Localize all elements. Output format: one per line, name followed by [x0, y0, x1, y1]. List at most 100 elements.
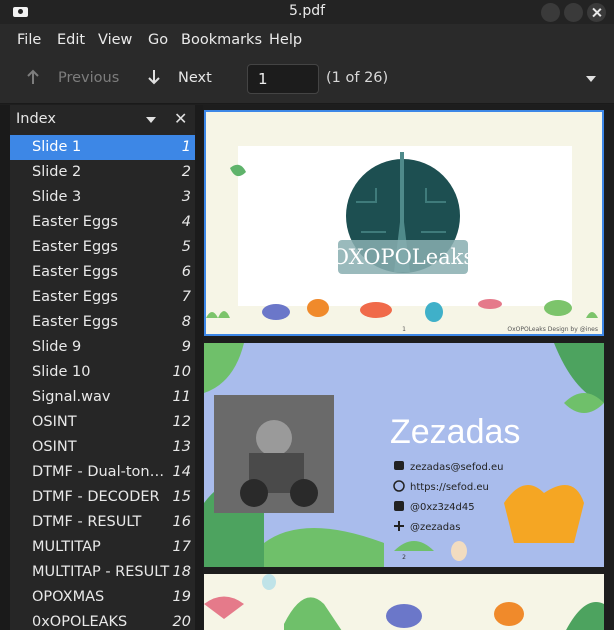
- index-item-label: Slide 1: [32, 139, 82, 155]
- index-item[interactable]: DTMF - Dual-tone multi-frequency14: [10, 460, 195, 485]
- contact-twitter: @0xz3z4d45: [410, 502, 475, 513]
- index-item-label: Easter Eggs: [32, 314, 118, 330]
- index-item-label: Slide 10: [32, 364, 91, 380]
- index-item-page: 9: [181, 339, 191, 355]
- arrow-down-icon[interactable]: [147, 69, 161, 89]
- index-item-page: 18: [172, 564, 191, 580]
- menu-bar: File Edit View Go Bookmarks Help: [0, 24, 614, 58]
- index-item-label: Easter Eggs: [32, 289, 118, 305]
- index-item[interactable]: Easter Eggs 5: [10, 235, 195, 260]
- index-item-label: Easter Eggs: [32, 214, 118, 230]
- index-item-label: DTMF - Dual-tone multi-frequency: [32, 464, 170, 480]
- left-edge: [0, 105, 10, 630]
- index-item-page: 13: [172, 439, 191, 455]
- index-item-page: 5: [181, 239, 191, 255]
- index-item[interactable]: Slide 1 1: [10, 135, 195, 160]
- index-item-label: OSINT: [32, 439, 77, 455]
- index-item-page: 19: [172, 589, 191, 605]
- index-item[interactable]: Easter Eggs 6: [10, 260, 195, 285]
- index-item[interactable]: OPOXMAS 19: [10, 585, 195, 610]
- index-item-label: Slide 2: [32, 164, 82, 180]
- contact-web: https://sefod.eu: [410, 482, 489, 493]
- speaker-name: Zezadas: [390, 413, 520, 451]
- index-item[interactable]: DTMF - RESULT 16: [10, 510, 195, 535]
- slide-page-number: 2: [402, 554, 406, 561]
- index-item-page: 7: [181, 289, 191, 305]
- menu-go[interactable]: Go: [148, 32, 168, 48]
- index-item[interactable]: OSINT 13: [10, 435, 195, 460]
- globe-icon: [393, 480, 405, 492]
- minimize-button[interactable]: [541, 3, 560, 22]
- logo-text: OXOPOLeaks: [332, 245, 474, 269]
- index-item[interactable]: Easter Eggs 7: [10, 285, 195, 310]
- slide-page-number: 1: [402, 326, 406, 333]
- index-item[interactable]: Slide 10 10: [10, 360, 195, 385]
- index-item[interactable]: Easter Eggs 8: [10, 310, 195, 335]
- index-item[interactable]: Slide 3 3: [10, 185, 195, 210]
- page-number-input[interactable]: 1: [247, 64, 319, 94]
- title-bar: 5.pdf: [0, 0, 614, 24]
- slide-credit: OxOPOLeaks Design by @ines: [507, 326, 598, 333]
- index-item[interactable]: MULTITAP - RESULT 18: [10, 560, 195, 585]
- index-title: Index: [16, 111, 56, 127]
- slack-icon: [394, 521, 404, 531]
- next-button[interactable]: Next: [178, 70, 212, 86]
- index-item-page: 12: [172, 414, 191, 430]
- index-item-label: Easter Eggs: [32, 239, 118, 255]
- index-item[interactable]: Signal.wav 11: [10, 385, 195, 410]
- index-item-page: 3: [181, 189, 191, 205]
- index-item-label: Slide 9: [32, 339, 82, 355]
- index-item-label: MULTITAP: [32, 539, 101, 555]
- index-item-page: 2: [181, 164, 191, 180]
- menu-bookmarks[interactable]: Bookmarks: [181, 32, 262, 48]
- index-item-page: 4: [181, 214, 191, 230]
- index-item-label: MULTITAP - RESULT: [32, 564, 170, 580]
- chevron-down-icon[interactable]: [146, 117, 156, 123]
- index-list: Slide 1 1 Slide 2 2 Slide 3 3 Easter Eggs 4 East…: [10, 135, 195, 630]
- index-item-page: 20: [172, 614, 191, 630]
- mail-icon: [394, 461, 404, 470]
- index-item-label: 0xOPOLEAKS: [32, 614, 128, 630]
- document-view[interactable]: OXOPOLeaks 1 OxOPOLeaks Design by @ines: [203, 105, 614, 630]
- index-item[interactable]: Slide 9 9: [10, 335, 195, 360]
- previous-button[interactable]: Previous: [58, 70, 119, 86]
- index-item-label: DTMF - RESULT: [32, 514, 142, 530]
- menu-view[interactable]: View: [98, 32, 132, 48]
- index-item-page: 6: [181, 264, 191, 280]
- index-sidebar: Index ✕ Slide 1 1 Slide 2 2 Slide 3 3 Easter E…: [10, 105, 195, 630]
- index-item-page: 8: [181, 314, 191, 330]
- index-item-label: OPOXMAS: [32, 589, 105, 605]
- contact-mail: zezadas@sefod.eu: [410, 462, 503, 473]
- arrow-up-icon[interactable]: [26, 69, 40, 89]
- close-window-button[interactable]: [587, 3, 606, 22]
- index-item-page: 15: [172, 489, 191, 505]
- index-item[interactable]: MULTITAP 17: [10, 535, 195, 560]
- page-3[interactable]: [204, 574, 604, 630]
- index-item-page: 11: [172, 389, 191, 405]
- chevron-down-icon[interactable]: [586, 76, 596, 82]
- maximize-button[interactable]: [564, 3, 583, 22]
- index-item[interactable]: Slide 2 2: [10, 160, 195, 185]
- page-2[interactable]: Zezadas zezadas@sefod.eu https://sefod.e…: [204, 343, 604, 567]
- menu-file[interactable]: File: [17, 32, 41, 48]
- index-item[interactable]: OSINT 12: [10, 410, 195, 435]
- window-title: 5.pdf: [288, 3, 326, 19]
- close-icon[interactable]: ✕: [174, 109, 187, 128]
- menu-help[interactable]: Help: [269, 32, 302, 48]
- page-1[interactable]: OXOPOLeaks 1 OxOPOLeaks Design by @ines: [204, 110, 604, 336]
- toolbar: Previous Next 1 (1 of 26): [0, 58, 614, 104]
- pane-splitter[interactable]: [195, 105, 203, 630]
- index-item[interactable]: Easter Eggs 4: [10, 210, 195, 235]
- index-item-page: 16: [172, 514, 191, 530]
- menu-edit[interactable]: Edit: [57, 32, 85, 48]
- index-header: Index ✕: [10, 105, 195, 133]
- index-item[interactable]: DTMF - DECODER 15: [10, 485, 195, 510]
- index-item-label: Easter Eggs: [32, 264, 118, 280]
- index-item-page: 1: [181, 139, 191, 155]
- index-item-label: Signal.wav: [32, 389, 111, 405]
- index-item[interactable]: 0xOPOLEAKS 20: [10, 610, 195, 630]
- index-item-page: 14: [172, 464, 191, 480]
- index-item-page: 10: [172, 364, 191, 380]
- index-item-page: 17: [172, 539, 191, 555]
- index-item-label: OSINT: [32, 414, 77, 430]
